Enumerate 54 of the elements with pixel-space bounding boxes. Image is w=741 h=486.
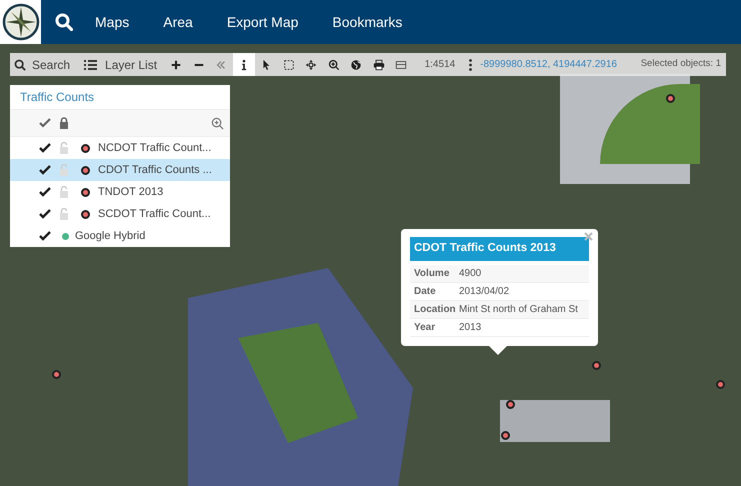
lock-icon[interactable]: [59, 117, 69, 129]
dashed-square-icon: [282, 58, 295, 70]
move-icon: [305, 58, 318, 70]
point-symbol-icon: [81, 188, 90, 196]
field-value: 4900: [459, 267, 482, 281]
checkmark-icon[interactable]: [38, 229, 52, 243]
map-scale: 1:4514: [424, 58, 456, 72]
layer-list-button[interactable]: Layer List: [80, 53, 162, 76]
point-symbol-icon: [81, 166, 90, 174]
search-icon[interactable]: [55, 13, 73, 31]
nav-menu-item[interactable]: Maps: [95, 12, 130, 32]
panel-icon: [395, 58, 408, 70]
checkmark-icon[interactable]: [38, 185, 52, 199]
plus-icon: [170, 58, 182, 70]
map-marker-icon[interactable]: [52, 370, 61, 379]
point-symbol-icon: [81, 210, 90, 218]
checkmark-icon[interactable]: [38, 141, 52, 155]
kebab-menu-icon[interactable]: [469, 58, 472, 70]
map-marker-icon[interactable]: [592, 361, 601, 370]
globe-icon: [350, 58, 362, 70]
checkmark-icon[interactable]: [38, 207, 52, 221]
field-value: 2013: [459, 321, 482, 335]
field-value: Mint St north of Graham St: [459, 303, 578, 317]
print-icon: [372, 58, 385, 70]
field-value: 2013/04/02: [459, 285, 510, 299]
check-all-icon: [38, 116, 52, 130]
double-chevron-icon: [215, 58, 228, 70]
search-button[interactable]: Search: [10, 53, 74, 76]
field-name: Year: [413, 321, 436, 335]
zoom-in-icon: [328, 58, 340, 70]
layer-name: CDOT Traffic Counts ...: [98, 162, 212, 178]
popup-title: CDOT Traffic Counts 2013: [410, 237, 589, 261]
search-icon: [14, 58, 26, 70]
layer-name: SCDOT Traffic Count...: [98, 206, 211, 222]
map-marker-icon[interactable]: [716, 380, 725, 389]
close-icon[interactable]: [584, 232, 593, 241]
selected-objects-count: Selected objects: 1: [640, 57, 721, 72]
map-coordinates: -8999980.8512, 4194447.2916: [480, 58, 617, 72]
list-icon: [84, 58, 98, 70]
info-button[interactable]: [232, 53, 256, 76]
field-name: Volume: [413, 267, 450, 281]
point-symbol-icon: [81, 144, 90, 152]
nav-menu-item[interactable]: Bookmarks: [332, 12, 402, 32]
layer-name: Google Hybrid: [75, 228, 146, 244]
layer-row[interactable]: CDOT Traffic Counts ...: [10, 159, 230, 181]
zoom-in-icon[interactable]: [211, 116, 224, 130]
nav-menu-item[interactable]: Export Map: [226, 12, 298, 32]
field-name: Location: [413, 303, 457, 317]
checkmark-icon[interactable]: [38, 163, 52, 177]
nav-menu-item[interactable]: Area: [163, 12, 193, 32]
layer-name: TNDOT 2013: [98, 184, 164, 200]
field-name: Date: [413, 285, 437, 299]
layer-name: NCDOT Traffic Count...: [98, 140, 212, 156]
compass-logo-icon[interactable]: [0, 0, 41, 44]
